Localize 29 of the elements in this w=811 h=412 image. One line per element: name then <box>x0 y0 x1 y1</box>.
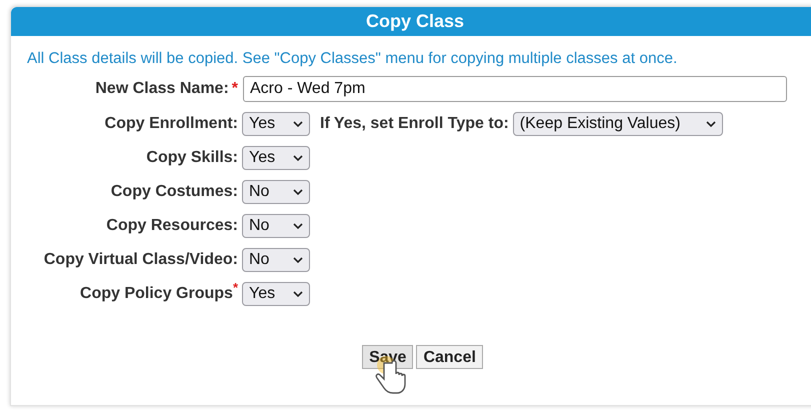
caret-icon <box>293 188 303 196</box>
notice-text: All Class details will be copied. See "Copy Classes" menu for copying multiple classes at once. <box>27 50 678 68</box>
required-mark: * <box>232 282 238 294</box>
option-label: Copy Skills: <box>146 148 238 168</box>
caret-icon <box>293 120 303 128</box>
required-mark: * <box>232 79 238 99</box>
option-label: Copy Resources: <box>106 216 238 236</box>
option-label: Copy Enrollment: <box>104 114 238 134</box>
option-label: If Yes, set Enroll Type to: <box>320 114 509 134</box>
option-select[interactable]: Yes <box>242 282 310 306</box>
dialog-title: Copy Class <box>366 10 464 33</box>
caret-icon <box>293 222 303 230</box>
option-select[interactable]: No <box>242 180 310 204</box>
option-label: Copy Costumes: <box>110 182 238 202</box>
option-label: Copy Virtual Class/Video: <box>44 250 238 270</box>
option-select[interactable]: No <box>242 214 310 238</box>
option-select[interactable]: Yes <box>242 146 310 170</box>
cancel-button[interactable]: Cancel <box>416 345 483 369</box>
option-select[interactable]: No <box>242 248 310 272</box>
option-select[interactable]: Yes <box>242 112 310 136</box>
caret-icon <box>706 120 716 128</box>
field-label: New Class Name: <box>95 79 229 99</box>
caret-icon <box>293 154 303 162</box>
option-label: Copy Policy Groups <box>80 284 233 304</box>
class-name-field[interactable]: Acro - Wed 7pm <box>243 76 787 102</box>
caret-icon <box>293 290 303 298</box>
save-button[interactable]: Save <box>362 345 414 369</box>
caret-icon <box>293 256 303 264</box>
enroll-type-select[interactable]: (Keep Existing Values) <box>512 112 723 136</box>
